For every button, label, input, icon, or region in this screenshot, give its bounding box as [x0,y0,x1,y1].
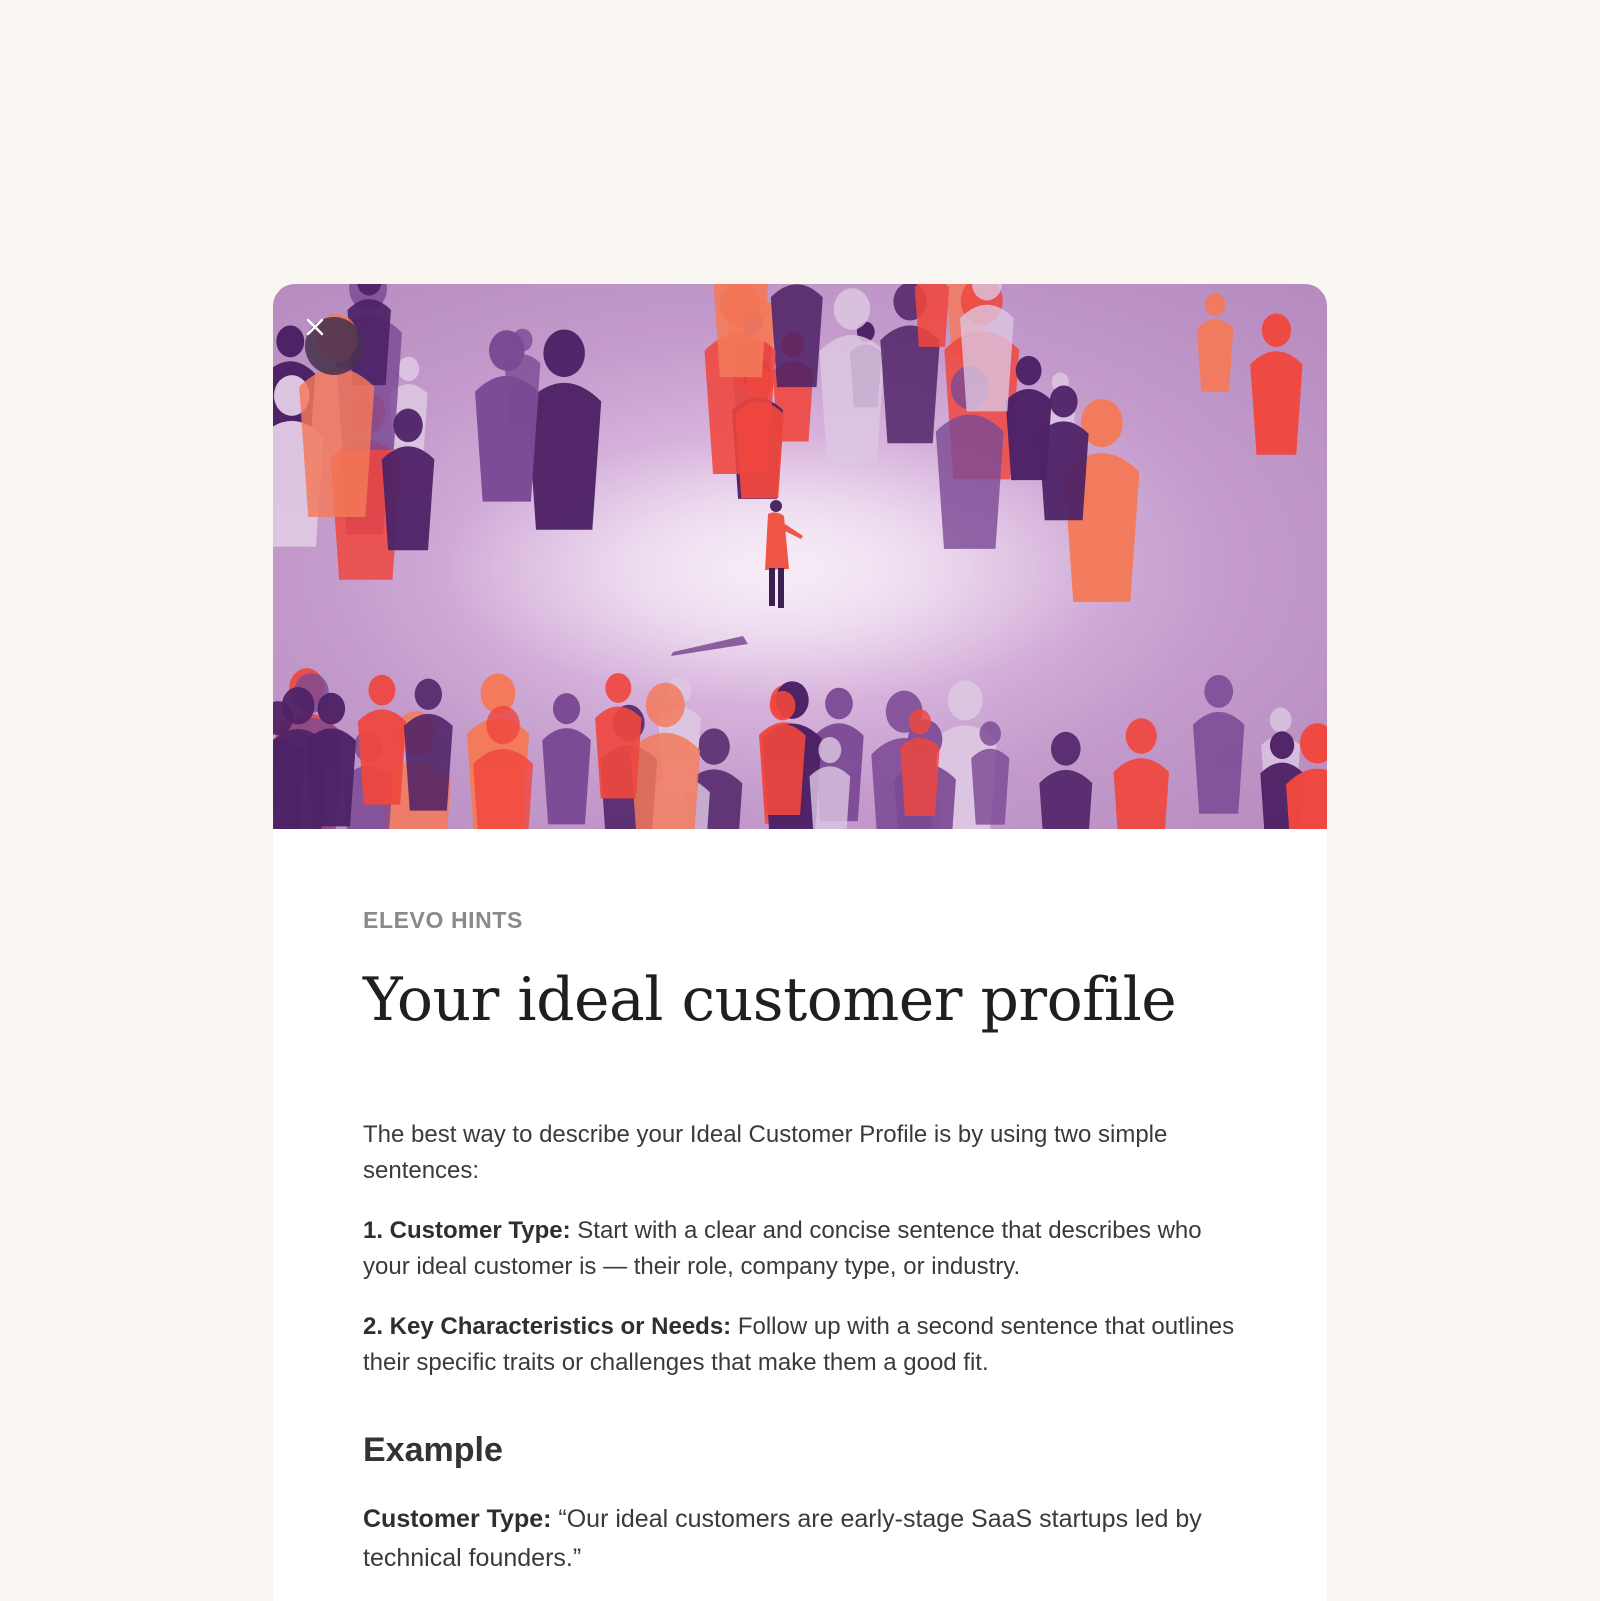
tip-item-customer-type: 1. Customer Type: Start with a clear and… [363,1213,1243,1285]
close-button[interactable] [305,317,363,375]
crowd-figure [1193,674,1245,814]
example-heading: Example [363,1431,503,1469]
crowd-figure [713,284,769,378]
crowd-figure [542,693,591,825]
crowd-figure [1039,731,1093,829]
crowd-figure [630,682,701,829]
crowd-painting [273,284,1327,829]
page-title: Your ideal customer profile [363,965,1177,1035]
example-label: Customer Type: [363,1505,552,1533]
close-icon [306,318,324,336]
crowd-figure [595,673,642,799]
crowd-figure [527,329,602,530]
example-paragraph: Customer Type: “Our ideal customers are … [363,1500,1243,1578]
crowd-figure [914,284,950,347]
crowd-figure [819,288,885,464]
hero-illustration [273,284,1327,829]
tip-item-key-characteristics: 2. Key Characteristics or Needs: Follow … [363,1309,1243,1381]
crowd-figure [1250,313,1303,455]
crowd-figure [403,678,453,811]
hint-eyebrow: ELEVO HINTS [363,907,523,933]
crowd-figure [1196,292,1234,392]
tip-label: 1. Customer Type: [363,1217,571,1244]
hint-content: ELEVO HINTS Your ideal customer profile … [273,829,1327,1578]
tip-label: 2. Key Characteristics or Needs: [363,1313,732,1340]
crowd-figure [770,284,823,388]
hint-card: ELEVO HINTS Your ideal customer profile … [273,284,1327,1601]
crowd-figure [357,674,406,805]
intro-paragraph: The best way to describe your Ideal Cust… [363,1121,1168,1184]
crowd-figure [1113,718,1170,829]
